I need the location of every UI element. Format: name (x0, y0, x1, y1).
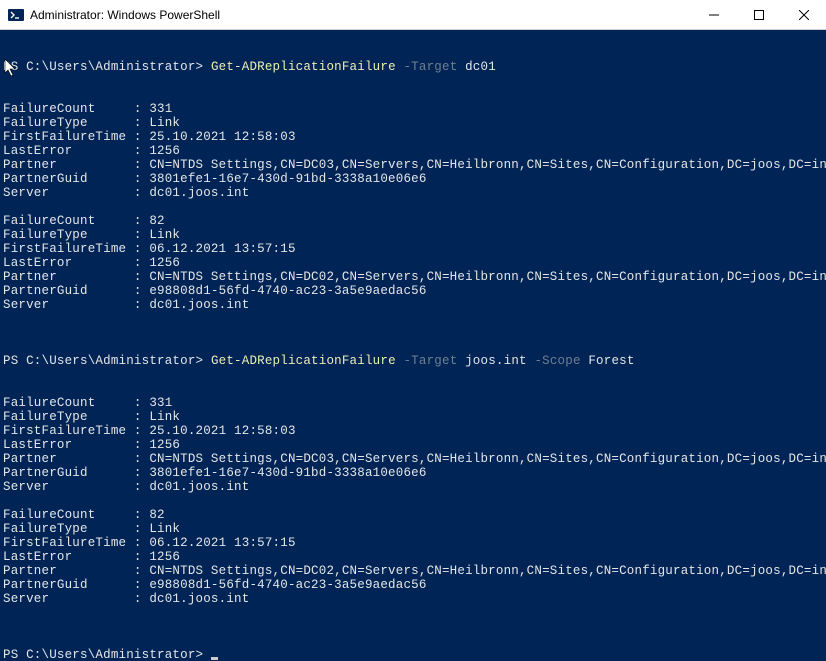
prompt: PS C:\Users\Administrator> (3, 354, 211, 368)
output-line: FailureType : Link (3, 228, 180, 242)
close-button[interactable] (781, 0, 826, 30)
output-line: Partner : CN=NTDS Settings,CN=DC02,CN=Se… (3, 270, 826, 284)
output-line: FirstFailureTime : 06.12.2021 13:57:15 (3, 242, 296, 256)
output-line: FailureCount : 82 (3, 214, 165, 228)
output-line: FailureCount : 331 (3, 396, 172, 410)
output-line: FailureCount : 331 (3, 102, 172, 116)
output-line: Server : dc01.joos.int (3, 480, 249, 494)
output-line: LastError : 1256 (3, 144, 180, 158)
output-line: Partner : CN=NTDS Settings,CN=DC03,CN=Se… (3, 158, 826, 172)
output-line: FailureType : Link (3, 522, 180, 536)
titlebar-title: Administrator: Windows PowerShell (30, 8, 691, 22)
output-line: FirstFailureTime : 25.10.2021 12:58:03 (3, 130, 296, 144)
output-line: Server : dc01.joos.int (3, 186, 249, 200)
output-line: PartnerGuid : 3801efe1-16e7-430d-91bd-33… (3, 466, 427, 480)
output-line: LastError : 1256 (3, 256, 180, 270)
output-line: Server : dc01.joos.int (3, 592, 249, 606)
output-line: FirstFailureTime : 06.12.2021 13:57:15 (3, 536, 296, 550)
terminal[interactable]: PS C:\Users\Administrator> Get-ADReplica… (0, 30, 826, 661)
output-line: PartnerGuid : e98808d1-56fd-4740-ac23-3a… (3, 284, 427, 298)
param-flag: -Target (403, 354, 457, 368)
titlebar-controls (691, 0, 826, 30)
powershell-icon (8, 7, 24, 23)
prompt: PS C:\Users\Administrator> (3, 60, 211, 74)
output-line: FailureCount : 82 (3, 508, 165, 522)
cmdlet-name: Get-ADReplicationFailure (211, 60, 396, 74)
maximize-button[interactable] (736, 0, 781, 30)
param-value: joos.int (465, 354, 527, 368)
minimize-button[interactable] (691, 0, 736, 30)
output-line: Partner : CN=NTDS Settings,CN=DC02,CN=Se… (3, 564, 826, 578)
output-line: LastError : 1256 (3, 438, 180, 452)
output-line: FirstFailureTime : 25.10.2021 12:58:03 (3, 424, 296, 438)
output-line: Partner : CN=NTDS Settings,CN=DC03,CN=Se… (3, 452, 826, 466)
cmdlet-name: Get-ADReplicationFailure (211, 354, 396, 368)
param-value: Forest (588, 354, 634, 368)
output-line: FailureType : Link (3, 410, 180, 424)
text-cursor (211, 657, 218, 660)
param-flag: -Target (403, 60, 457, 74)
output-line: PartnerGuid : 3801efe1-16e7-430d-91bd-33… (3, 172, 427, 186)
prompt: PS C:\Users\Administrator> (3, 648, 211, 661)
titlebar[interactable]: Administrator: Windows PowerShell (0, 0, 826, 30)
param-flag: -Scope (534, 354, 580, 368)
output-line: Server : dc01.joos.int (3, 298, 249, 312)
param-value: dc01 (465, 60, 496, 74)
output-line: FailureType : Link (3, 116, 180, 130)
output-line: PartnerGuid : e98808d1-56fd-4740-ac23-3a… (3, 578, 427, 592)
output-line: LastError : 1256 (3, 550, 180, 564)
